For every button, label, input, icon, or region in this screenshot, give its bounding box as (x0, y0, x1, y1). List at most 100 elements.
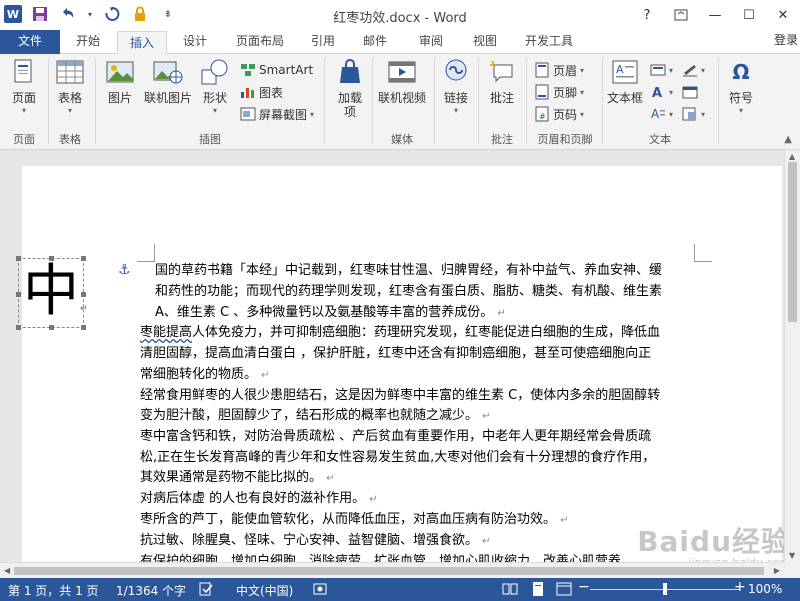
document-page[interactable]: 中 ↵ ⚓ 国的草药书籍「本经」中记载到，红枣味甘性温、归脾胃经，有补中益气、养… (16, 166, 782, 562)
tab-review[interactable]: 审阅 (408, 30, 454, 54)
tab-insert[interactable]: 插入 (117, 31, 167, 55)
group-divider (478, 58, 479, 144)
symbol-button[interactable]: Ω 符号 ▾ (724, 58, 758, 116)
scroll-right-icon[interactable]: ▶ (774, 566, 780, 575)
resize-handle[interactable] (81, 256, 86, 261)
minimize-button[interactable]: — (698, 0, 732, 30)
scroll-thumb[interactable] (14, 567, 764, 575)
text-line[interactable]: A、维生素 C 、多种微量钙以及氨基酸等丰富的营养成份。 ↵ (155, 303, 506, 325)
sign-in-link[interactable]: 登录 (774, 31, 798, 48)
resize-handle[interactable] (81, 292, 86, 297)
help-button[interactable]: ? (630, 0, 664, 30)
comment-button[interactable]: 批注 (484, 58, 520, 106)
tab-view[interactable]: 视图 (462, 30, 508, 54)
scroll-up-icon[interactable]: ▲ (789, 152, 795, 161)
zoom-out-button[interactable]: − (578, 579, 590, 595)
chevron-down-icon: ▾ (669, 109, 674, 119)
text-line[interactable]: 抗过敏、除腥臭、怪味、宁心安神、益智健脑、增强食欲。 ↵ (140, 531, 491, 553)
vertical-scrollbar[interactable]: ▲ ▼ (784, 150, 800, 562)
screenshot-button[interactable]: 屏幕截图 ▾ (240, 104, 314, 124)
signature-line-button[interactable]: ▾ (682, 60, 705, 80)
comment-label: 批注 (489, 91, 514, 105)
text-line[interactable]: 枣所含的芦丁，能使血管软化，从而降低血压，对高血压病有防治功效。 ↵ (140, 510, 569, 532)
online-video-button[interactable]: 联机视频 (376, 58, 428, 106)
tab-file[interactable]: 文件 (0, 30, 60, 54)
scroll-down-icon[interactable]: ▼ (789, 551, 795, 560)
margin-mark-top-left (137, 244, 155, 262)
tab-page-layout[interactable]: 页面布局 (224, 30, 296, 54)
quick-parts-button[interactable]: ▾ (650, 60, 673, 80)
video-icon (387, 58, 417, 86)
table-button[interactable]: 表格 ▾ (52, 58, 88, 116)
language-indicator[interactable]: 中文(中国) (236, 582, 293, 599)
footer-button[interactable]: 页脚 ▾ (534, 82, 584, 102)
zoom-in-button[interactable]: + (734, 579, 746, 595)
resize-handle[interactable] (49, 325, 54, 330)
pictures-button[interactable]: 图片 (102, 58, 138, 106)
drop-cap-frame[interactable]: 中 (16, 256, 86, 330)
chart-button[interactable]: 图表 (240, 82, 283, 102)
object-button[interactable]: ▾ (682, 104, 705, 124)
maximize-button[interactable]: ☐ (732, 0, 766, 30)
link-button[interactable]: 链接 ▾ (440, 58, 472, 116)
smartart-button[interactable]: SmartArt (240, 60, 313, 80)
ribbon-display-options-icon[interactable] (664, 0, 698, 30)
tab-home[interactable]: 开始 (60, 30, 116, 54)
page-count[interactable]: 第 1 页，共 1 页 (8, 582, 99, 599)
text-line[interactable]: 常细胞转化的物质。 ↵ (140, 365, 270, 387)
text-line[interactable]: 和药性的功能；而现代的药理学则发现，红枣含有蛋白质、脂肪、糖类、有机酸、维生素 (155, 282, 662, 303)
text-line[interactable]: 松,正在生长发育高峰的青少年和女性容易发生贫血,大枣对他们会有十分理想的食疗作用… (140, 448, 655, 469)
pages-button[interactable]: 页面 ▾ (6, 58, 42, 116)
resize-handle[interactable] (16, 256, 21, 261)
tab-design[interactable]: 设计 (170, 30, 220, 54)
text-line[interactable]: 清胆固醇，提高血清白蛋白 ，保护肝脏，红枣中还含有抑制癌细胞，甚至可使癌细胞向正 (140, 344, 651, 365)
text-line[interactable]: 其效果通常是药物不能比拟的。 ↵ (140, 468, 335, 490)
dropcap-button[interactable]: A ▾ (650, 104, 673, 124)
resize-handle[interactable] (49, 256, 54, 261)
scroll-left-icon[interactable]: ◀ (4, 566, 10, 575)
print-layout-icon[interactable] (530, 581, 546, 600)
text-line[interactable]: 经常食用鲜枣的人很少患胆结石，这是因为鲜枣中丰富的维生素 C，使体内多余的胆固醇… (140, 386, 660, 407)
text-line[interactable]: 枣中富含钙和铁，对防治骨质疏松 、产后贫血有重要作用，中老年人更年期经常会骨质疏 (140, 427, 651, 448)
shapes-button[interactable]: 形状 ▾ (198, 58, 232, 116)
read-mode-icon[interactable] (502, 581, 518, 600)
scrollbar-corner (784, 562, 800, 578)
textbox-icon: A (610, 58, 640, 86)
chevron-down-icon: ▾ (701, 109, 706, 119)
resize-handle[interactable] (81, 325, 86, 330)
close-button[interactable]: ✕ (766, 0, 800, 30)
online-pictures-button[interactable]: 联机图片 (142, 58, 194, 106)
collapse-ribbon-icon[interactable]: ▲ (784, 134, 792, 145)
header-button[interactable]: 页眉 ▾ (534, 60, 584, 80)
smartart-label: SmartArt (259, 63, 314, 77)
text-line[interactable]: 变为胆汁酸，胆固醇少了，结石形成的概率也就随之减少。 ↵ (140, 406, 491, 428)
zoom-level[interactable]: 100% (748, 582, 782, 596)
tab-references[interactable]: 引用 (300, 30, 346, 54)
macro-record-icon[interactable] (312, 581, 328, 600)
pages-icon (9, 58, 39, 86)
text-line[interactable]: 对病后体虚 的人也有良好的滋补作用。 ↵ (140, 489, 378, 511)
calendar-icon (682, 84, 698, 100)
addins-button[interactable]: 加载 项 (332, 58, 368, 118)
group-divider (48, 58, 49, 144)
date-time-button[interactable] (682, 82, 698, 102)
tab-mailings[interactable]: 邮件 (352, 30, 398, 54)
zoom-slider-thumb[interactable] (663, 583, 667, 595)
text-line[interactable]: 枣能提高人体免疫力，并可抑制癌细胞：药理研究发现，红枣能促进白细胞的生成，降低血 (140, 323, 660, 344)
resize-handle[interactable] (16, 325, 21, 330)
wordart-button[interactable]: A ▾ (650, 82, 673, 102)
chevron-down-icon: ▾ (21, 106, 26, 115)
proofing-icon[interactable] (198, 581, 214, 600)
tab-developer[interactable]: 开发工具 (514, 30, 584, 54)
word-count[interactable]: 1/1364 个字 (116, 582, 186, 599)
text-line[interactable]: 国的草药书籍「本经」中记载到，红枣味甘性温、归脾胃经，有补中益气、养血安神、缓 (155, 261, 662, 282)
text-line[interactable]: 有保护的细胞、增加白细胞、消除疲劳、扩张血管、增加心肌收缩力，改善心肌营养 (140, 552, 621, 562)
scroll-thumb[interactable] (788, 162, 797, 322)
textbox-button[interactable]: A 文本框 (606, 58, 644, 106)
resize-handle[interactable] (16, 292, 21, 297)
page-number-button[interactable]: # 页码 ▾ (534, 104, 584, 124)
footer-label: 页脚 (553, 85, 578, 100)
horizontal-scrollbar[interactable]: ◀ ▶ (0, 562, 784, 578)
group-label-media: 媒体 (391, 133, 413, 146)
web-layout-icon[interactable] (556, 581, 572, 600)
